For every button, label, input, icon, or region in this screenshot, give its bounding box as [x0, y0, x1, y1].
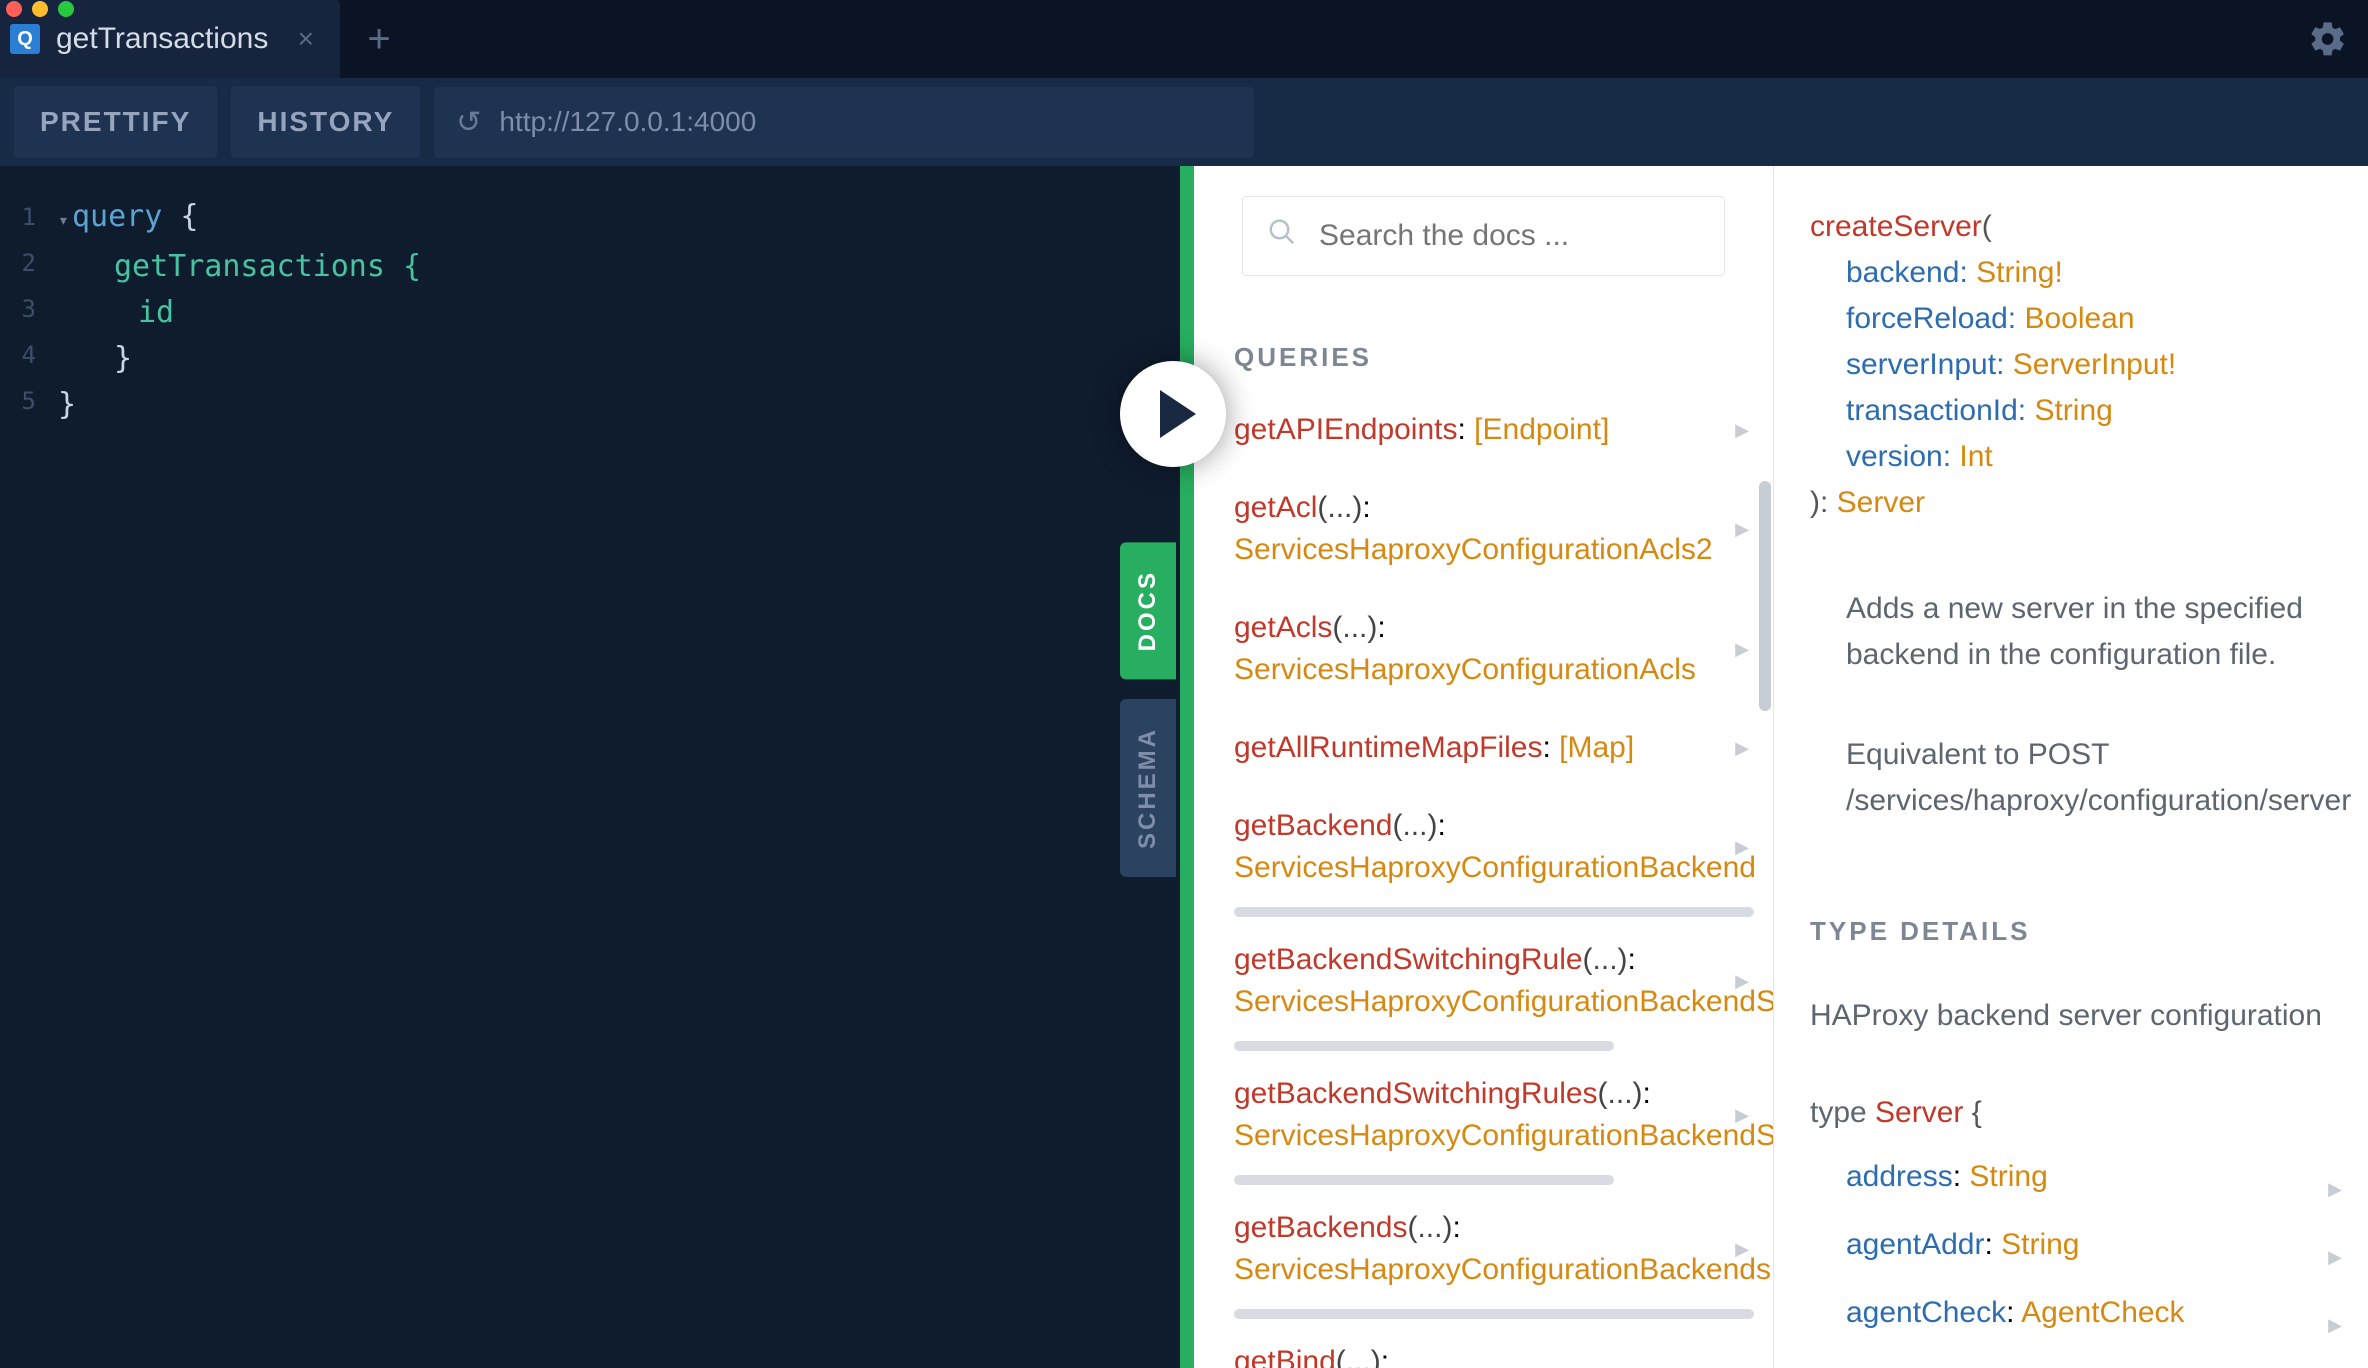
close-window-button[interactable]: [6, 1, 22, 17]
query-editor[interactable]: 1 2 3 4 5 ▾query { getTransactions { id …: [0, 166, 1180, 1368]
chevron-right-icon: ▶: [1735, 826, 1749, 868]
query-item[interactable]: getAllRuntimeMapFiles: [Map]▶: [1234, 727, 1753, 769]
history-button[interactable]: HISTORY: [231, 86, 420, 158]
vertical-scrollbar[interactable]: [1759, 481, 1771, 711]
toolbar: PRETTIFY HISTORY ↺ http://127.0.0.1:4000: [0, 78, 2368, 166]
query-item[interactable]: getBackendSwitchingRules(...): ServicesH…: [1234, 1073, 1753, 1157]
chevron-right-icon: ▶: [2328, 1302, 2342, 1348]
minimize-window-button[interactable]: [32, 1, 48, 17]
search-icon: [1267, 217, 1297, 255]
docs-detail-panel: createServer( backend: String! forceRelo…: [1774, 166, 2368, 1368]
settings-button[interactable]: [2288, 0, 2368, 78]
description: Adds a new server in the specified backe…: [1846, 586, 2356, 678]
type-description: HAProxy backend server configuration: [1810, 994, 2368, 1038]
chevron-right-icon: ▶: [1735, 960, 1749, 1002]
fold-icon[interactable]: ▾: [58, 198, 72, 244]
gear-icon: [2308, 19, 2348, 59]
type-field[interactable]: agentInter: Int: [1810, 1358, 2368, 1368]
horizontal-scrollbar[interactable]: [1234, 907, 1754, 917]
endpoint-url-text: http://127.0.0.1:4000: [499, 106, 756, 138]
pane-divider[interactable]: [1180, 166, 1194, 1368]
query-item[interactable]: getBackend(...): ServicesHaproxyConfigur…: [1234, 805, 1753, 889]
horizontal-scrollbar[interactable]: [1234, 1309, 1754, 1319]
type-declaration: type Server {: [1810, 1090, 2368, 1136]
docs-search-input[interactable]: [1319, 219, 1705, 253]
docs-queries-panel: QUERIES getAPIEndpoints: [Endpoint]▶ get…: [1194, 166, 1774, 1368]
main-area: 1 2 3 4 5 ▾query { getTransactions { id …: [0, 166, 2368, 1368]
chevron-right-icon: ▶: [2328, 1166, 2342, 1212]
type-field[interactable]: agentCheck: AgentCheck▶: [1810, 1290, 2368, 1336]
chevron-right-icon: ▶: [1735, 1362, 1749, 1368]
chevron-right-icon: ▶: [2328, 1234, 2342, 1280]
code-content: ▾query { getTransactions { id } }: [0, 194, 1180, 428]
schema-tab[interactable]: SCHEMA: [1120, 699, 1176, 877]
tab-bar: Q getTransactions × +: [0, 0, 2368, 78]
description-equivalent: Equivalent to POST /services/haproxy/con…: [1846, 732, 2368, 824]
type-details-heading: TYPE DETAILS: [1810, 908, 2368, 954]
type-field[interactable]: agentAddr: String▶: [1810, 1222, 2368, 1268]
chevron-right-icon: ▶: [1735, 727, 1749, 769]
query-item[interactable]: getAcl(...): ServicesHaproxyConfiguratio…: [1234, 487, 1753, 571]
signature: createServer( backend: String! forceRelo…: [1810, 204, 2368, 526]
maximize-window-button[interactable]: [58, 1, 74, 17]
tab-label: getTransactions: [56, 22, 268, 56]
chevron-right-icon: ▶: [1735, 508, 1749, 550]
prettify-button[interactable]: PRETTIFY: [14, 86, 217, 158]
new-tab-button[interactable]: +: [340, 0, 418, 78]
query-badge-icon: Q: [10, 24, 40, 54]
query-item[interactable]: getBind(...): ServicesHaproxyConfigurati…: [1234, 1341, 1753, 1368]
type-field[interactable]: address: String▶: [1810, 1154, 2368, 1200]
window-traffic-lights: [6, 1, 74, 17]
line-gutter: 1 2 3 4 5: [0, 194, 36, 424]
docs-search[interactable]: [1242, 196, 1725, 276]
side-tabs: DOCS SCHEMA: [1120, 542, 1176, 877]
play-icon: [1160, 390, 1196, 438]
query-item[interactable]: getBackendSwitchingRule(...): ServicesHa…: [1234, 939, 1753, 1023]
query-item[interactable]: getAcls(...): ServicesHaproxyConfigurati…: [1234, 607, 1753, 691]
horizontal-scrollbar[interactable]: [1234, 1175, 1614, 1185]
execute-query-button[interactable]: [1120, 361, 1226, 467]
query-item[interactable]: getAPIEndpoints: [Endpoint]▶: [1234, 409, 1753, 451]
refresh-icon[interactable]: ↺: [456, 105, 481, 140]
query-item[interactable]: getBackends(...): ServicesHaproxyConfigu…: [1234, 1207, 1753, 1291]
endpoint-url-input[interactable]: ↺ http://127.0.0.1:4000: [434, 87, 1254, 158]
horizontal-scrollbar[interactable]: [1234, 1041, 1614, 1051]
chevron-right-icon: ▶: [1735, 1228, 1749, 1270]
close-tab-icon[interactable]: ×: [298, 23, 314, 55]
chevron-right-icon: ▶: [1735, 409, 1749, 451]
chevron-right-icon: ▶: [1735, 628, 1749, 670]
docs-tab[interactable]: DOCS: [1120, 542, 1176, 679]
queries-heading: QUERIES: [1234, 342, 1753, 373]
chevron-right-icon: ▶: [1735, 1094, 1749, 1136]
